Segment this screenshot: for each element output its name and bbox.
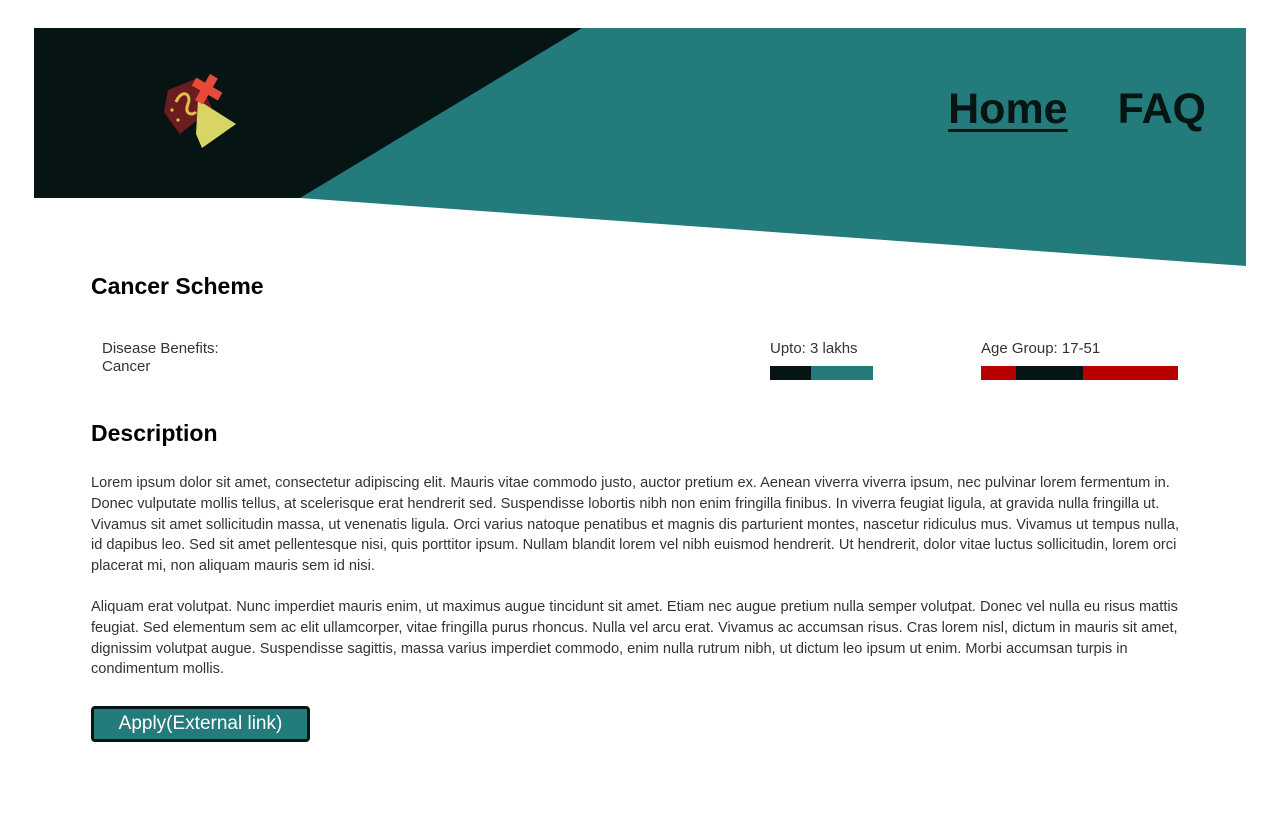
scheme-title: Cancer Scheme	[91, 273, 264, 299]
nav-home-link[interactable]: Home	[948, 88, 1067, 131]
book-with-cross-logo-icon[interactable]	[162, 72, 240, 150]
coverage-bar-teal-segment	[811, 366, 873, 380]
benefits-label: Disease Benefits:	[102, 340, 219, 357]
main-nav: Home FAQ	[948, 88, 1206, 131]
age-bar-red-right-segment	[1083, 366, 1178, 380]
age-bar	[981, 366, 1178, 380]
age-group: Age Group: 17-51	[981, 340, 1178, 380]
age-bar-dark-segment	[1016, 366, 1083, 380]
disease-benefits: Disease Benefits: Cancer	[102, 340, 219, 376]
nav-faq-link[interactable]: FAQ	[1118, 88, 1206, 131]
description-title: Description	[91, 420, 218, 446]
description-paragraph-2: Aliquam erat volutpat. Nunc imperdiet ma…	[91, 599, 1178, 678]
benefits-value: Cancer	[102, 358, 151, 375]
upto-label: Upto: 3 lakhs	[770, 340, 858, 357]
description-paragraph-1: Lorem ipsum dolor sit amet, consectetur …	[91, 475, 1180, 575]
apply-external-link-button[interactable]: Apply(External link)	[91, 706, 310, 742]
age-bar-red-left-segment	[981, 366, 1016, 380]
coverage-bar-dark-segment	[770, 366, 811, 380]
age-label: Age Group: 17-51	[981, 340, 1101, 357]
page: Home FAQ Cancer Scheme Disease Benefits:…	[0, 0, 1280, 827]
coverage-bar	[770, 366, 873, 380]
coverage-amount: Upto: 3 lakhs	[770, 340, 873, 380]
